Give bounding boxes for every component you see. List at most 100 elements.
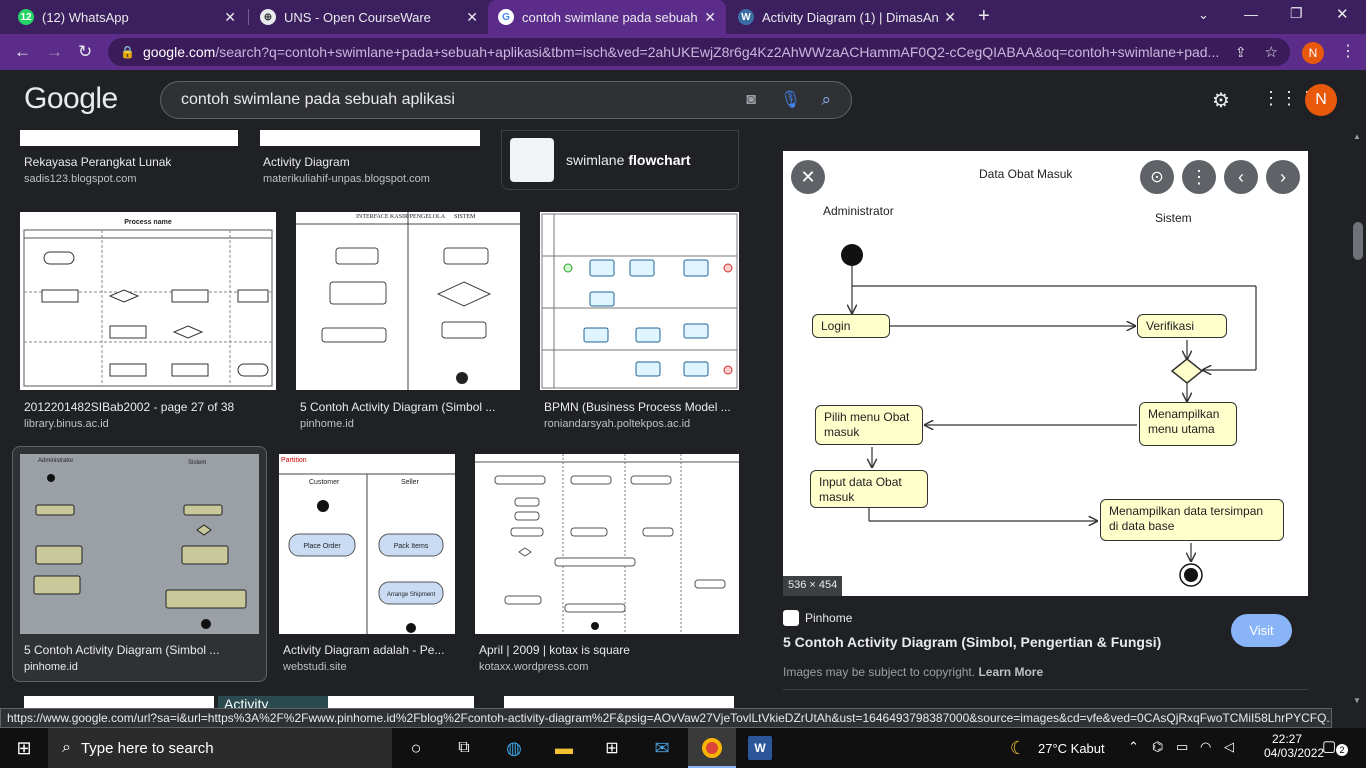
settings-gear-icon[interactable]: ⚙ [1212, 88, 1230, 113]
tab-activity-diagram[interactable]: W Activity Diagram (1) | DimasAnd ✕ [728, 0, 966, 34]
search-input[interactable]: contoh swimlane pada sebuah aplikasi ◙ 🎙… [160, 81, 852, 119]
reload-icon[interactable]: ↻ [78, 42, 92, 62]
result-caption[interactable]: Activity Diagram adalah - Pe... [283, 643, 451, 657]
result-source: kotaxx.wordpress.com [479, 661, 589, 673]
result-thumb[interactable] [540, 212, 739, 390]
clock[interactable]: 22:27 04/03/2022 [1264, 732, 1325, 760]
preview-image[interactable]: Data Obat Masuk Administrator Sistem Log… [783, 151, 1308, 596]
result-thumb[interactable]: Activity [218, 696, 328, 708]
taskbar-search[interactable]: ⌕ Type here to search [48, 728, 392, 768]
notification-icon[interactable]: ▢ [1322, 737, 1336, 755]
notification-count-badge: 2 [1336, 744, 1348, 756]
result-caption[interactable]: Activity Diagram [263, 155, 350, 169]
result-caption[interactable]: 2012201482SIBab2002 - page 27 of 38 [24, 400, 264, 414]
taskbar: ⊞ ⌕ Type here to search ○ ⧉ ◍ ▬ ⊞ ✉ W ☾ … [0, 728, 1366, 768]
back-icon[interactable]: ← [14, 42, 31, 62]
camera-icon[interactable]: ◙ [746, 91, 756, 109]
restore-button[interactable]: ❐ [1290, 5, 1303, 22]
close-tab-icon[interactable]: ✕ [224, 9, 236, 26]
close-preview-button[interactable]: ✕ [791, 160, 825, 194]
search-icon[interactable]: ⌕ [821, 90, 831, 110]
divider [783, 689, 1308, 690]
forward-icon[interactable]: → [46, 42, 63, 62]
weather-icon: ☾ [1009, 737, 1027, 758]
source-site[interactable]: Pinhome [783, 610, 852, 626]
windows-start-icon[interactable]: ⊞ [12, 736, 36, 760]
task-view-icon[interactable]: ⧉ [452, 736, 476, 760]
result-thumb[interactable]: INTERFACE KASIR/PENGELOLA SISTEM [296, 212, 520, 390]
close-window-button[interactable]: ✕ [1336, 5, 1349, 23]
result-thumb[interactable]: Process name [20, 212, 276, 390]
copyright-notice: Images may be subject to copyright. Lear… [783, 665, 1043, 679]
microphone-icon[interactable]: 🎙 [780, 90, 802, 110]
result-thumb[interactable] [504, 696, 734, 708]
previous-icon[interactable]: ‹ [1224, 160, 1258, 194]
volume-icon[interactable]: ◁ [1224, 739, 1234, 755]
related-thumb [510, 138, 554, 182]
file-explorer-icon[interactable]: ▬ [552, 736, 576, 760]
google-logo[interactable]: Google [24, 82, 118, 116]
lens-search-icon[interactable]: ⊙ [1140, 160, 1174, 194]
page-scrollbar[interactable]: ▲ ▼ [1350, 130, 1366, 708]
result-source: sadis123.blogspot.com [24, 173, 137, 185]
visit-button[interactable]: Visit [1231, 614, 1292, 647]
result-thumb[interactable] [20, 130, 238, 146]
address-bar[interactable]: 🔒 google.com /search?q=contoh+swimlane+p… [108, 38, 1290, 66]
chrome-taskbar-button[interactable] [688, 728, 736, 768]
more-options-icon[interactable]: ⋮ [1182, 160, 1216, 194]
result-caption[interactable]: April | 2009 | kotax is square [479, 643, 729, 657]
result-thumb[interactable]: Partition Customer Seller Place Order Pa… [279, 454, 455, 634]
wifi-icon[interactable]: ◠ [1200, 739, 1211, 755]
close-tab-icon[interactable]: ✕ [466, 9, 478, 26]
clock-date: 04/03/2022 [1264, 746, 1325, 760]
result-caption[interactable]: BPMN (Business Process Model ... [544, 400, 740, 414]
result-thumb[interactable] [475, 454, 739, 634]
tab-google-search[interactable]: G contoh swimlane pada sebuah ap ✕ [488, 0, 726, 34]
network-icon[interactable]: ⌬ [1152, 739, 1163, 755]
diagram-node-menampilkan-menu: Menampilkan menu utama [1139, 402, 1237, 446]
share-icon[interactable]: ⇪ [1235, 44, 1247, 61]
result-thumb[interactable] [24, 696, 214, 708]
result-caption[interactable]: Rekayasa Perangkat Lunak [24, 155, 171, 169]
weather-text[interactable]: 27°C Kabut [1038, 741, 1105, 756]
bookmark-star-icon[interactable]: ☆ [1265, 43, 1278, 61]
lane-label-left: Administrator [823, 204, 894, 218]
profile-avatar[interactable]: N [1302, 42, 1324, 64]
result-source: pinhome.id [300, 418, 354, 430]
learn-more-link[interactable]: Learn More [978, 665, 1043, 679]
new-tab-button[interactable]: + [978, 5, 990, 28]
tab-whatsapp[interactable]: 12 (12) WhatsApp ✕ [8, 0, 246, 34]
result-caption[interactable]: 5 Contoh Activity Diagram (Simbol ... [24, 643, 254, 657]
store-icon[interactable]: ⊞ [600, 736, 624, 760]
show-hidden-icons[interactable]: ⌃ [1128, 739, 1139, 755]
related-search-chip[interactable]: swimlane flowchart [501, 130, 739, 190]
image-size-label: 536 × 454 [783, 576, 843, 596]
search-icon: ⌕ [62, 739, 71, 756]
preview-heading[interactable]: 5 Contoh Activity Diagram (Simbol, Penge… [783, 634, 1161, 650]
word-icon[interactable]: W [748, 736, 772, 760]
tab-search-icon[interactable]: ⌄ [1198, 7, 1209, 23]
close-tab-icon[interactable]: ✕ [704, 9, 716, 26]
close-tab-icon[interactable]: ✕ [944, 9, 956, 26]
scrollbar-thumb[interactable] [1353, 222, 1363, 260]
next-icon[interactable]: › [1266, 160, 1300, 194]
source-site-name: Pinhome [805, 611, 853, 625]
result-thumb-selected[interactable]: Administrator Sistem [20, 454, 259, 634]
result-caption[interactable]: 5 Contoh Activity Diagram (Simbol ... [300, 400, 520, 414]
mail-icon[interactable]: ✉ [650, 736, 674, 760]
minimize-button[interactable]: — [1244, 6, 1258, 22]
battery-icon[interactable]: ▭ [1176, 739, 1188, 755]
result-thumb[interactable] [328, 696, 474, 708]
menu-icon[interactable]: ⋮ [1340, 41, 1356, 61]
diagram-node-verifikasi: Verifikasi [1137, 314, 1227, 338]
globe-icon: ⊕ [260, 9, 276, 25]
result-thumb[interactable] [260, 130, 480, 146]
cortana-icon[interactable]: ○ [404, 736, 428, 760]
edge-icon[interactable]: ◍ [502, 736, 526, 760]
whatsapp-icon: 12 [18, 9, 34, 25]
tab-uns[interactable]: ⊕ UNS - Open CourseWare ✕ [250, 0, 488, 34]
result-source: library.binus.ac.id [24, 418, 109, 430]
thumb-lane-left: INTERFACE KASIR/PENGELOLA [356, 214, 446, 220]
avatar[interactable]: N [1305, 84, 1337, 116]
diagram-node-input-data: Input data Obat masuk [810, 470, 928, 508]
